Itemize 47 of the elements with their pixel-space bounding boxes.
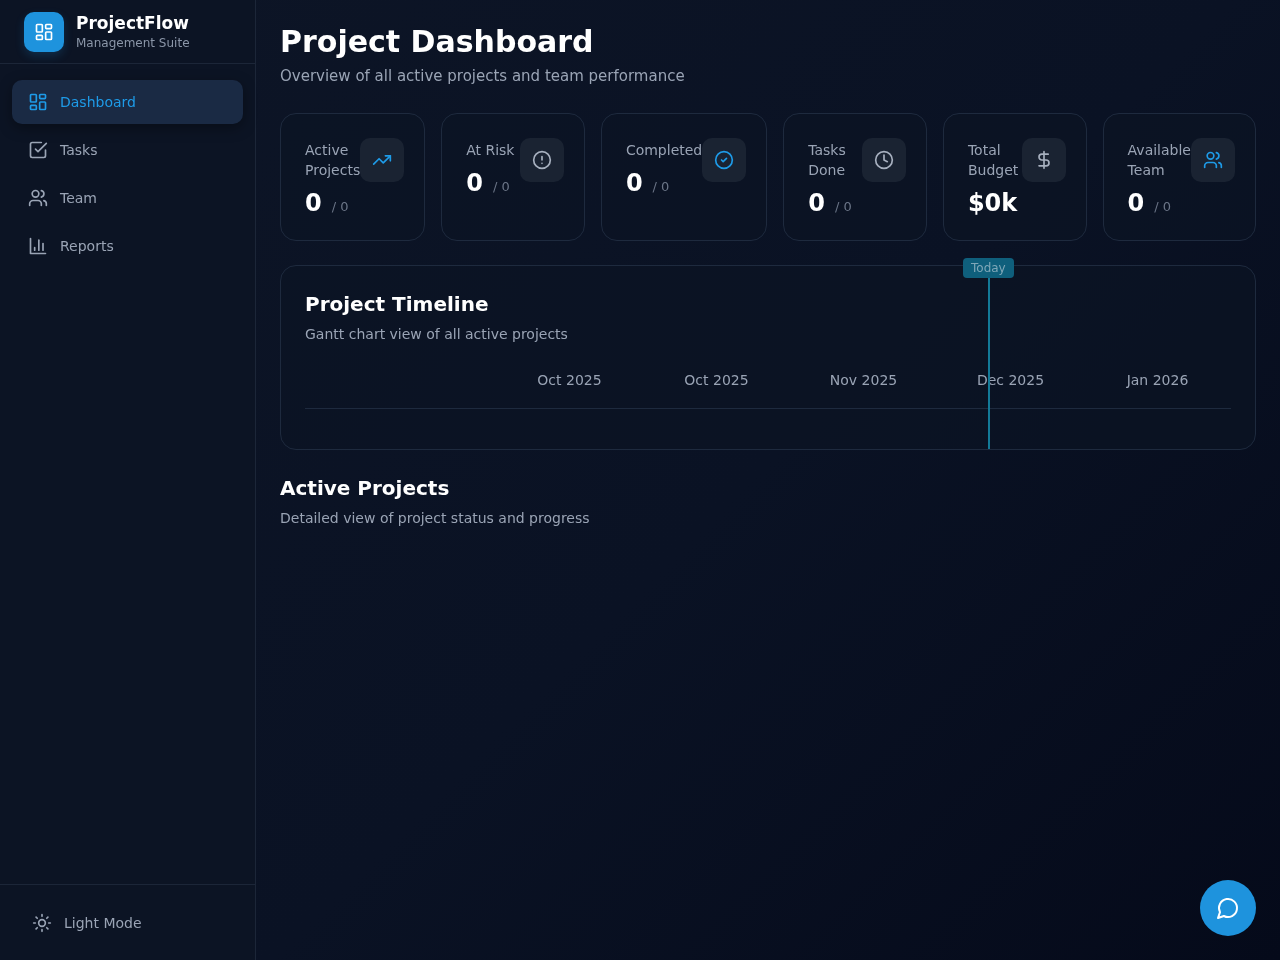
page-title: Project Dashboard [280, 24, 595, 60]
stat-total: / 0 [1154, 199, 1172, 214]
section-subtitle: Detailed view of project status and progress [280, 509, 591, 528]
section-title: Project Timeline [305, 291, 490, 318]
nav-item[interactable]: Dashboard [12, 80, 243, 124]
nav-item[interactable]: Reports [12, 224, 243, 268]
month-label: Jan 2026 [1125, 371, 1190, 390]
stat-label: At Risk [466, 141, 515, 160]
checkbox-icon [28, 140, 48, 160]
month-label: Nov 2025 [828, 371, 899, 390]
page-subtitle: Overview of all active projects and team performance [280, 66, 686, 86]
today-badge: Today [963, 258, 1014, 278]
stat-label: Total Budget [967, 141, 1020, 180]
sun-icon [32, 913, 52, 933]
stat-value: $0k [967, 188, 1018, 219]
stat-label: Completed [625, 141, 703, 160]
chat-icon [1216, 896, 1240, 920]
clock-icon [873, 150, 894, 170]
stat-label: Tasks Done [808, 141, 847, 180]
stat-total: / 0 [492, 179, 510, 194]
stat-label: Active Projects [305, 141, 361, 180]
users-icon [28, 188, 48, 208]
month-label: Oct 2025 [536, 371, 603, 390]
logo-icon [24, 12, 64, 52]
stat-value: 0 [466, 168, 483, 199]
check-circle-icon [714, 150, 735, 170]
nav-item[interactable]: Team [12, 176, 243, 220]
stat-value: 0 [305, 188, 322, 219]
theme-toggle[interactable]: Light Mode [20, 905, 154, 941]
stat-value: 0 [1127, 188, 1145, 219]
stat-value: 0 [808, 188, 825, 219]
stat-total: / 0 [652, 179, 670, 194]
stat-value: 0 [625, 168, 643, 199]
users-icon [1203, 150, 1223, 170]
section-title: Active Projects [280, 475, 451, 502]
bar-chart-icon [28, 236, 48, 256]
nav-item[interactable]: Tasks [12, 128, 243, 172]
chat-button[interactable] [1200, 880, 1256, 936]
stat-total: / 0 [834, 199, 852, 214]
alert-icon [531, 150, 552, 170]
section-subtitle: Gantt chart view of all active projects [305, 325, 569, 344]
stat-total: / 0 [331, 199, 349, 214]
brand-name: ProjectFlow [76, 12, 190, 34]
month-label: Oct 2025 [683, 371, 750, 390]
brand-subtitle: Management Suite [76, 35, 190, 52]
stat-label: Available Team [1127, 141, 1191, 180]
grid-icon [28, 92, 48, 112]
